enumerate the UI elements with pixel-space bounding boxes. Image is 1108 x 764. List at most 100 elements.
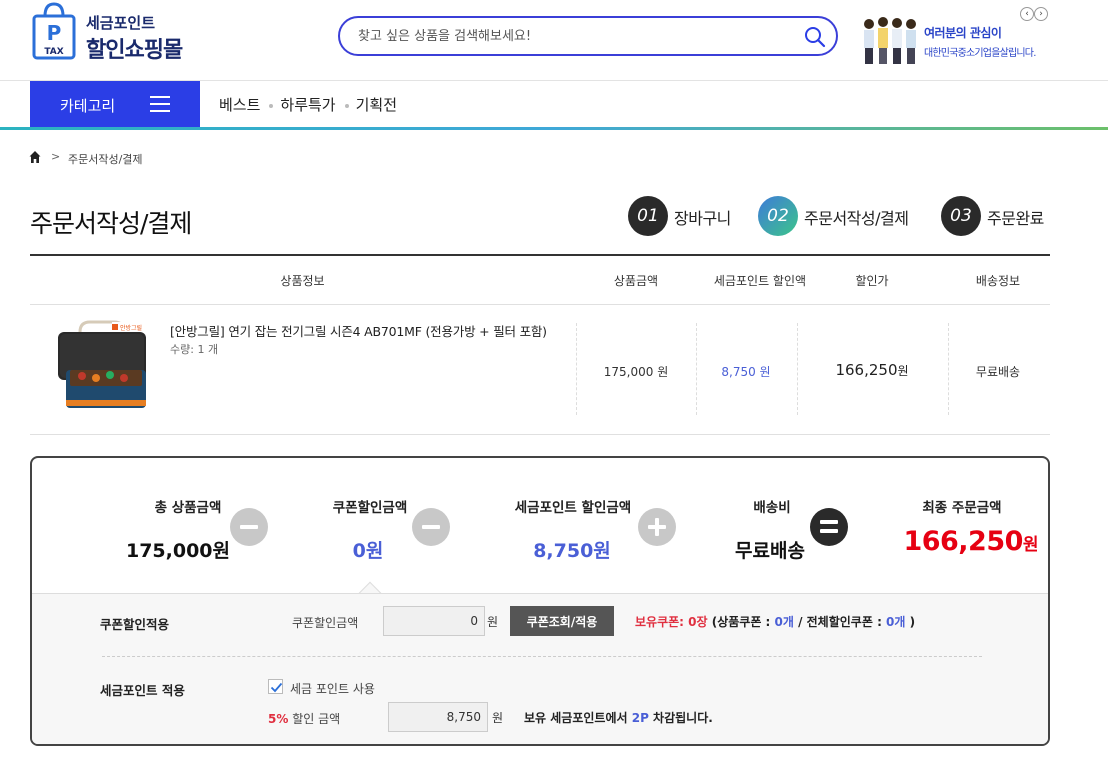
product-brand-mark: 안방그릴	[120, 324, 142, 332]
coupon-detail-text: / 전체할인쿠폰 :	[793, 615, 887, 629]
shipping-fee-label: 배송비	[753, 500, 791, 516]
cell-tax-discount: 8,750 원	[721, 365, 771, 379]
table-header-divider	[30, 304, 1050, 305]
breadcrumb-separator: >	[51, 150, 61, 163]
step-number-active: 02	[758, 196, 798, 236]
discount-amount-text: 할인 금액	[288, 712, 341, 726]
total-amount-value: 175,000원	[125, 540, 231, 562]
logo-line-2: 할인쇼핑몰	[86, 38, 183, 63]
coupon-row-label: 쿠폰할인적용	[100, 617, 170, 632]
deduction-points: 2P	[631, 711, 649, 725]
step-label: 장바구니	[674, 209, 731, 228]
col-header-sale-price: 할인가	[855, 274, 889, 288]
svg-text:P: P	[47, 21, 62, 45]
product-image[interactable]: 안방그릴	[52, 318, 152, 414]
search-icon[interactable]	[804, 26, 826, 48]
col-header-product: 상품정보	[280, 274, 325, 288]
sale-price-number: 166,250	[835, 361, 898, 379]
step-number: 01	[628, 196, 668, 236]
equals-icon	[810, 508, 848, 546]
coupon-discount-label: 쿠폰할인금액	[332, 500, 408, 516]
step-number: 03	[941, 196, 981, 236]
tax-point-deduction-note: 보유 세금포인트에서 2P 차감됩니다.	[524, 709, 713, 726]
table-bottom-border	[30, 434, 1050, 435]
minus-icon	[230, 508, 268, 546]
tax-point-unit: 원	[492, 711, 504, 725]
checkmark-icon	[270, 682, 283, 693]
search-bar	[338, 16, 838, 56]
owned-coupons-count: 0장	[688, 615, 708, 629]
final-amount-unit: 원	[1022, 535, 1039, 555]
tax-point-row-label: 세금포인트 적용	[100, 683, 185, 698]
breadcrumb-current: 주문서작성/결제	[68, 153, 143, 166]
sale-price-unit: 원	[897, 364, 909, 378]
plus-icon	[638, 508, 676, 546]
cell-divider	[797, 323, 798, 415]
logo-badge: TAX	[44, 47, 63, 57]
site-logo[interactable]: P TAX 세금포인트 할인쇼핑몰	[32, 2, 212, 66]
electric-grill-icon: 안방그릴	[58, 320, 150, 408]
tax-point-checkbox-label[interactable]: 세금 포인트 사용	[290, 680, 375, 697]
nav-link-best[interactable]: 베스트	[219, 96, 260, 114]
discount-options-panel: 쿠폰할인적용 쿠폰할인금액 원 쿠폰조회/적용 보유쿠폰: 0장 (상품쿠폰 :…	[32, 593, 1048, 744]
cell-shipping: 무료배송	[975, 365, 1021, 379]
banner-pager: ‹ ›	[1020, 7, 1050, 22]
banner-next-button[interactable]: ›	[1034, 7, 1048, 21]
nav-link-daily-deal[interactable]: 하루특가	[280, 96, 335, 114]
cell-divider	[576, 323, 577, 415]
tax-discount-label: 세금포인트 할인금액	[514, 500, 632, 516]
discount-amount-label: 5% 할인 금액	[268, 710, 340, 727]
row-divider	[102, 656, 982, 657]
final-amount-number: 166,250	[903, 526, 1023, 557]
shopping-bag-icon: P TAX	[32, 2, 76, 60]
logo-line-1: 세금포인트	[86, 14, 156, 32]
nav-separator	[344, 103, 349, 108]
nav-separator	[269, 103, 274, 108]
search-input[interactable]	[358, 26, 788, 46]
nav-link-exhibition[interactable]: 기획전	[356, 96, 397, 114]
product-coupon-count: 0개	[774, 615, 794, 629]
table-top-border	[30, 254, 1050, 256]
owned-coupons-info: 보유쿠폰: 0장 (상품쿠폰 : 0개 / 전체할인쿠폰 : 0개 )	[635, 613, 915, 630]
coupon-lookup-button[interactable]: 쿠폰조회/적용	[510, 606, 614, 636]
main-nav: 베스트 하루특가 기획전	[219, 94, 397, 115]
col-header-shipping: 배송정보	[975, 274, 1021, 288]
step-label: 주문서작성/결제	[804, 209, 909, 228]
final-amount-value: 166,250원	[896, 526, 1046, 557]
deduction-note-text: 보유 세금포인트에서	[524, 711, 632, 725]
total-amount-label: 총 상품금액	[154, 500, 222, 516]
step-label: 주문완료	[987, 209, 1044, 228]
tax-discount-value: 8,750원	[533, 540, 611, 562]
category-menu-button[interactable]: 카테고리	[30, 81, 200, 129]
coupon-detail-text: (상품쿠폰 :	[707, 615, 775, 629]
home-icon[interactable]	[29, 150, 41, 164]
banner-subtitle: 대한민국중소기업을살립니다.	[924, 48, 1036, 59]
banner-title: 여러분의 관심이	[924, 26, 1002, 40]
cell-price: 175,000 원	[603, 365, 669, 379]
tax-point-amount-input[interactable]	[388, 702, 488, 732]
owned-coupons-label: 보유쿠폰:	[635, 615, 689, 629]
coupon-field-label: 쿠폰할인금액	[292, 616, 359, 630]
final-amount-label: 최종 주문금액	[922, 500, 1002, 516]
nav-gradient-line	[0, 127, 1108, 130]
coupon-amount-input[interactable]	[383, 606, 485, 636]
product-quantity: 수량: 1 개	[170, 343, 219, 356]
tax-point-checkbox[interactable]	[268, 679, 283, 694]
category-label: 카테고리	[60, 97, 116, 115]
coupon-detail-text: )	[905, 615, 916, 629]
discount-rate: 5%	[268, 712, 289, 726]
minus-icon	[412, 508, 450, 546]
banner-prev-button[interactable]: ‹	[1020, 7, 1034, 21]
product-name[interactable]: [안방그릴] 연기 잡는 전기그릴 시즌4 AB701MF (전용가방 + 필터…	[170, 321, 547, 340]
hamburger-icon	[150, 96, 170, 112]
deduction-note-text: 차감됩니다.	[648, 711, 713, 725]
all-coupon-count: 0개	[886, 615, 906, 629]
col-header-price: 상품금액	[613, 274, 659, 288]
payment-summary-box: 총 상품금액 175,000원 쿠폰할인금액 0원 세금포인트 할인금액 8,7…	[30, 456, 1050, 746]
col-header-tax-discount: 세금포인트 할인액	[713, 274, 807, 288]
people-illustration-icon	[864, 17, 916, 64]
coupon-discount-value: 0원	[352, 540, 384, 562]
cell-sale-price: 166,250원	[822, 361, 922, 379]
page-title: 주문서작성/결제	[30, 209, 192, 238]
shipping-fee-value: 무료배송	[735, 540, 805, 562]
